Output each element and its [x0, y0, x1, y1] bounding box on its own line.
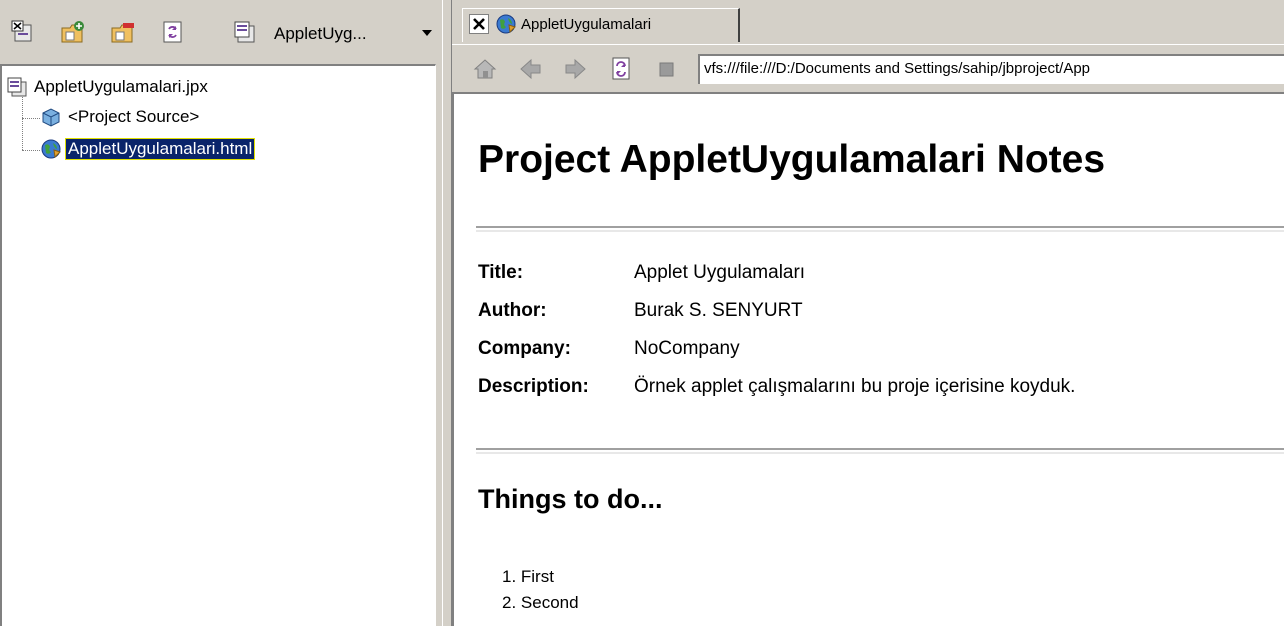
home-icon[interactable] [472, 56, 498, 82]
meta-row-title: Title: Applet Uygulamaları [478, 262, 1284, 300]
tree-connector [22, 150, 40, 151]
todo-heading: Things to do... [478, 484, 663, 514]
html-globe-icon [495, 13, 517, 35]
refresh-icon[interactable] [608, 56, 634, 82]
project-selector[interactable]: AppletUyg... [232, 20, 442, 46]
project-file-icon [6, 76, 28, 98]
meta-key: Author: [478, 300, 547, 321]
meta-row-company: Company: NoCompany [478, 338, 1284, 376]
tree-node-project-source[interactable]: <Project Source> [40, 106, 400, 128]
browser-toolbar: vfs:///file:///D:/Documents and Settings… [452, 50, 1284, 90]
meta-key: Description: [478, 376, 589, 397]
tree-node-label: AppletUygulamalari.jpx [34, 77, 208, 96]
tree-connector [22, 90, 23, 150]
refresh-icon[interactable] [160, 20, 186, 44]
divider [476, 226, 1284, 232]
project-metadata: Title: Applet Uygulamaları Author: Burak… [478, 262, 1284, 414]
meta-row-description: Description: Örnek applet çalışmalarını … [478, 376, 1284, 414]
tab-strip: AppletUygulamalari [452, 0, 1284, 45]
list-item: 1. First [502, 567, 554, 586]
project-tree[interactable]: AppletUygulamalari.jpx <Project Source> … [0, 64, 436, 626]
divider [476, 448, 1284, 454]
remove-files-icon[interactable] [110, 20, 136, 44]
back-icon[interactable] [518, 56, 544, 82]
tree-connector [22, 118, 40, 119]
project-icon [232, 20, 258, 44]
meta-value: Burak S. SENYURT [634, 300, 803, 321]
project-toolbar: AppletUyg... [0, 0, 442, 60]
meta-key: Title: [478, 262, 524, 283]
tree-node-html-file[interactable]: AppletUygulamalari.html [40, 138, 400, 160]
forward-icon[interactable] [562, 56, 588, 82]
chevron-down-icon[interactable] [422, 30, 432, 36]
meta-value: NoCompany [634, 338, 740, 359]
meta-row-author: Author: Burak S. SENYURT [478, 300, 1284, 338]
content-pane: AppletUygulamalari vfs:///file:///D:/Doc… [452, 0, 1284, 626]
add-files-icon[interactable] [60, 20, 86, 44]
tab-label: AppletUygulamalari [521, 16, 652, 33]
meta-value: Örnek applet çalışmalarını bu proje içer… [634, 376, 1076, 397]
project-pane: AppletUyg... AppletUygulamalari.jpx <Pro… [0, 0, 442, 626]
page-title: Project AppletUygulamalari Notes [478, 138, 1106, 181]
tab-applet-uygulamalari[interactable]: AppletUygulamalari [462, 8, 740, 42]
meta-value: Applet Uygulamaları [634, 262, 806, 283]
url-field[interactable]: vfs:///file:///D:/Documents and Settings… [698, 54, 1284, 84]
package-icon [40, 106, 62, 128]
tree-node-label-selected: AppletUygulamalari.html [64, 138, 256, 160]
html-globe-icon [40, 138, 62, 160]
close-project-icon[interactable] [10, 20, 36, 44]
tree-node-label: <Project Source> [68, 107, 200, 126]
stop-icon[interactable] [654, 56, 680, 82]
todo-list: 1. First 2. Second [502, 564, 579, 616]
project-selector-value: AppletUyg... [274, 24, 367, 43]
tree-node-root[interactable]: AppletUygulamalari.jpx [6, 76, 406, 98]
list-item: 2. Second [502, 593, 579, 612]
close-icon[interactable] [469, 14, 489, 34]
html-preview: Project AppletUygulamalari Notes Title: … [452, 92, 1284, 626]
meta-key: Company: [478, 338, 571, 359]
pane-splitter[interactable] [442, 0, 452, 626]
